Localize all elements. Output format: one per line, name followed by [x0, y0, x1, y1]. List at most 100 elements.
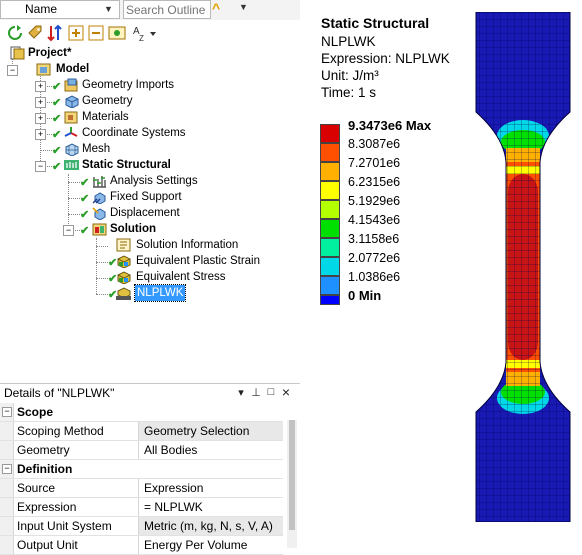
geometry-imports-icon	[64, 78, 78, 92]
property-label: Output Unit	[14, 536, 139, 554]
property-value[interactable]: = NLPLWK	[139, 498, 283, 516]
tree-label: Mesh	[82, 143, 111, 155]
legend-swatch	[320, 276, 340, 295]
details-scrollbar[interactable]	[287, 420, 297, 548]
sort-arrows-icon[interactable]	[46, 24, 64, 42]
model-icon	[36, 63, 51, 76]
property-label: Input Unit System	[14, 517, 139, 535]
user-defined-result-icon	[116, 287, 131, 300]
property-value[interactable]: Geometry Selection	[139, 422, 283, 440]
legend-swatch	[320, 219, 340, 238]
property-label: Expression	[14, 498, 139, 516]
tree-label: Static Structural	[82, 159, 171, 171]
expand-toggle[interactable]: +	[35, 113, 46, 124]
result-time: Time: 1 s	[321, 85, 377, 100]
property-row[interactable]: Expression = NLPLWK	[0, 498, 283, 517]
outline-tree: Project* − Model + ✔ Geometry Imports + …	[0, 44, 300, 379]
check-icon: ✔	[52, 129, 62, 141]
legend-swatch	[320, 295, 340, 305]
details-pane: Details of "NLPLWK" ▾ ⊥ □ × − Scope Scop…	[0, 383, 300, 555]
show-icons-icon[interactable]	[108, 24, 126, 42]
legend-label: 6.2315e6	[348, 175, 401, 189]
filter-type-label: Name	[25, 2, 58, 16]
tag-icon[interactable]	[26, 24, 44, 42]
result-expression: Expression: NLPLWK	[321, 51, 450, 66]
displacement-icon	[92, 207, 106, 220]
property-value[interactable]: All Bodies	[139, 441, 283, 459]
coordinate-systems-icon	[64, 127, 78, 137]
collapse-icon[interactable]	[87, 24, 105, 42]
collapse-toggle[interactable]: −	[2, 407, 12, 417]
details-title: Details of "NLPLWK"	[4, 386, 115, 400]
close-icon[interactable]: ×	[280, 384, 292, 400]
property-value[interactable]: Energy Per Volume	[139, 536, 283, 554]
project-icon	[10, 46, 25, 60]
check-icon: ✔	[80, 225, 90, 237]
search-outline-input[interactable]	[124, 1, 210, 18]
solution-information-icon	[116, 238, 131, 252]
graphics-viewport[interactable]: Static Structural NLPLWK Expression: NLP…	[302, 0, 582, 547]
property-row[interactable]: Output Unit Energy Per Volume	[0, 536, 283, 555]
solution-icon	[92, 223, 107, 236]
legend-swatch	[320, 143, 340, 162]
sort-az-icon[interactable]: A Z	[132, 24, 158, 42]
outline-filter-bar: Name ▼ ^ ▼	[0, 0, 300, 20]
legend-label: 5.1929e6	[348, 194, 401, 208]
expand-toggle[interactable]: +	[35, 81, 46, 92]
result-unit: Unit: J/m³	[321, 68, 379, 83]
check-icon: ✔	[52, 145, 62, 157]
tree-label: Analysis Settings	[110, 175, 198, 187]
tree-label: Equivalent Stress	[136, 271, 226, 283]
analysis-title: Static Structural	[321, 15, 430, 31]
svg-text:Z: Z	[139, 34, 144, 42]
legend-swatch	[320, 238, 340, 257]
expand-toggle[interactable]: +	[35, 129, 46, 140]
collapse-toggle[interactable]: −	[35, 161, 46, 172]
property-row[interactable]: Geometry All Bodies	[0, 441, 283, 460]
tree-label: Geometry	[82, 95, 133, 107]
property-row[interactable]: Scoping Method Geometry Selection	[0, 422, 283, 441]
collapse-up-icon[interactable]: ^	[212, 0, 234, 17]
filter-type-dropdown[interactable]: Name ▼	[0, 0, 120, 19]
check-icon: ✔	[52, 81, 62, 93]
category-scope[interactable]: − Scope	[0, 403, 283, 422]
property-label: Scoping Method	[14, 422, 139, 440]
expand-all-icon[interactable]	[67, 24, 85, 42]
dropdown-arrow-icon[interactable]: ▾	[235, 386, 247, 400]
tree-label: Materials	[82, 111, 129, 123]
result-cube-icon	[117, 271, 131, 284]
collapse-toggle[interactable]: −	[63, 225, 74, 236]
analysis-settings-icon	[93, 176, 106, 188]
property-value[interactable]: Expression	[139, 479, 283, 497]
result-cube-icon	[117, 255, 131, 268]
dogbone-contour-plot[interactable]	[472, 12, 574, 522]
legend-min-label: 0 Min	[348, 288, 382, 303]
scrollbar-thumb[interactable]	[289, 420, 295, 530]
refresh-icon[interactable]	[6, 24, 24, 42]
expand-toggle[interactable]: +	[35, 97, 46, 108]
tree-label: Equivalent Plastic Strain	[136, 255, 261, 267]
collapse-toggle[interactable]: −	[2, 464, 12, 474]
category-definition[interactable]: − Definition	[0, 460, 283, 479]
search-outline-box[interactable]	[123, 0, 211, 19]
materials-icon	[64, 111, 78, 124]
expand-down-icon[interactable]: ▼	[239, 2, 251, 16]
result-name: NLPLWK	[321, 34, 376, 49]
check-icon: ✔	[52, 97, 62, 109]
check-icon: ✔	[80, 193, 90, 205]
maximize-icon[interactable]: □	[265, 386, 277, 400]
property-row[interactable]: Input Unit System Metric (m, kg, N, s, V…	[0, 517, 283, 536]
mesh-icon	[65, 143, 79, 156]
check-icon: ✔	[80, 177, 90, 189]
collapse-toggle[interactable]: −	[7, 65, 18, 76]
property-label: Source	[14, 479, 139, 497]
tree-label: Fixed Support	[110, 191, 182, 203]
pin-icon[interactable]: ⊥	[250, 386, 262, 400]
property-value[interactable]: Metric (m, kg, N, s, V, A)	[139, 517, 283, 535]
tree-label: Solution	[110, 223, 156, 235]
tree-label: Model	[56, 63, 90, 75]
property-row[interactable]: Source Expression	[0, 479, 283, 498]
legend-swatch	[320, 162, 340, 181]
legend-swatch	[320, 124, 340, 143]
legend-swatch	[320, 257, 340, 276]
